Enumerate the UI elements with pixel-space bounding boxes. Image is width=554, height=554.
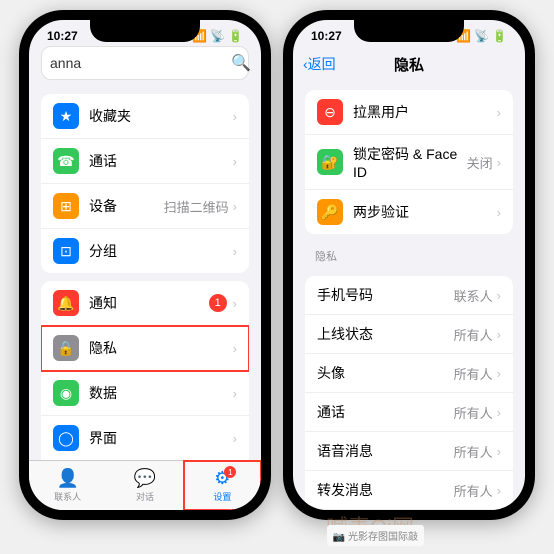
battery-icon: 🔋 [228, 29, 243, 43]
settings-row[interactable]: ◯ 界面› [41, 416, 249, 460]
chevron-right-icon: › [233, 386, 237, 401]
settings-row[interactable]: 通话所有人 › [305, 393, 513, 432]
chevron-right-icon: › [497, 155, 501, 170]
tab-label: 设置 [213, 490, 231, 503]
settings-row[interactable]: 手机号码联系人 › [305, 276, 513, 315]
settings-row[interactable]: ⊖ 拉黑用户› [305, 90, 513, 135]
row-label: 锁定密码 & Face ID [353, 144, 467, 180]
settings-row[interactable]: 语音消息所有人 › [305, 432, 513, 471]
row-label: 界面 [89, 428, 233, 448]
row-label: 转发消息 [317, 480, 454, 500]
row-value: 所有人 [454, 364, 493, 383]
settings-row[interactable]: 转发消息所有人 › [305, 471, 513, 510]
status-icons: 📶📡🔋 [192, 29, 243, 43]
row-value: 扫描二维码 [164, 197, 229, 216]
settings-row[interactable]: ⊞ 设备扫描二维码 › [41, 184, 249, 229]
section-label: 隐私 [293, 242, 525, 268]
battery-icon: 🔋 [492, 29, 507, 43]
status-time: 10:27 [47, 29, 78, 43]
row-icon: 🔐 [317, 149, 343, 175]
chevron-right-icon: › [497, 205, 501, 220]
row-icon: 🔔 [53, 290, 79, 316]
settings-row[interactable]: 上线状态所有人 › [305, 315, 513, 354]
chevron-right-icon: › [497, 483, 501, 498]
row-value: 关闭 [467, 153, 493, 172]
chevron-right-icon: › [233, 154, 237, 169]
row-label: 分组 [89, 241, 233, 261]
row-value: 所有人 [454, 442, 493, 461]
tab-icon: 👤 [56, 468, 78, 489]
chevron-right-icon: › [497, 366, 501, 381]
settings-row[interactable]: ☎ 通话› [41, 139, 249, 184]
chevron-right-icon: › [497, 444, 501, 459]
tab-对话[interactable]: 💬对话 [106, 461, 183, 510]
settings-row[interactable]: ★ 收藏夹› [41, 94, 249, 139]
row-value: 所有人 [454, 325, 493, 344]
tab-label: 对话 [136, 490, 154, 503]
search-input[interactable] [50, 55, 231, 71]
settings-row[interactable]: 🔔 通知1 › [41, 281, 249, 326]
row-label: 隐私 [89, 338, 233, 358]
tab-设置[interactable]: ⚙1设置 [184, 461, 261, 510]
chevron-right-icon: › [233, 109, 237, 124]
back-button[interactable]: ‹ 返回 [303, 54, 336, 74]
row-label: 设备 [89, 196, 164, 216]
row-icon: 🔒 [53, 335, 79, 361]
chevron-right-icon: › [497, 405, 501, 420]
row-value: 所有人 [454, 481, 493, 500]
wechat-credit: 📷 光影存图国际敲 [327, 525, 424, 546]
status-icons: 📶📡🔋 [456, 29, 507, 43]
row-label: 头像 [317, 363, 454, 383]
row-label: 两步验证 [353, 202, 497, 222]
row-icon: 🔑 [317, 199, 343, 225]
chevron-right-icon: › [497, 105, 501, 120]
settings-row[interactable]: ◉ 数据› [41, 371, 249, 416]
settings-row[interactable]: ⊡ 分组› [41, 229, 249, 273]
tab-联系人[interactable]: 👤联系人 [29, 461, 106, 510]
row-badge: 1 [209, 294, 227, 312]
chevron-right-icon: › [497, 288, 501, 303]
row-icon: ⊖ [317, 99, 343, 125]
row-label: 拉黑用户 [353, 102, 497, 122]
row-label: 语音消息 [317, 441, 454, 461]
chevron-right-icon: › [233, 296, 237, 311]
row-label: 收藏夹 [89, 106, 233, 126]
row-value: 所有人 [454, 403, 493, 422]
settings-row[interactable]: 🔒 隐私› [41, 326, 249, 371]
settings-row[interactable]: 🔑 两步验证› [305, 190, 513, 234]
chevron-right-icon: › [233, 244, 237, 259]
chevron-right-icon: › [497, 327, 501, 342]
wifi-icon: 📡 [210, 29, 225, 43]
settings-row[interactable]: 头像所有人 › [305, 354, 513, 393]
row-label: 手机号码 [317, 285, 454, 305]
settings-row[interactable]: 🔐 锁定密码 & Face ID关闭 › [305, 135, 513, 190]
row-icon: ◉ [53, 380, 79, 406]
search-bar[interactable]: 🔍 [41, 46, 249, 80]
tab-icon: ⚙1 [214, 468, 230, 489]
row-icon: ☎ [53, 148, 79, 174]
nav-header: ‹ 返回 隐私 [293, 46, 525, 82]
page-title: 隐私 [394, 54, 424, 75]
row-label: 通知 [89, 293, 209, 313]
row-label: 通话 [317, 402, 454, 422]
tab-badge: 1 [224, 466, 236, 478]
search-icon[interactable]: 🔍 [231, 53, 251, 73]
status-time: 10:27 [311, 29, 342, 43]
row-icon: ★ [53, 103, 79, 129]
row-label: 数据 [89, 383, 233, 403]
row-icon: ⊞ [53, 193, 79, 219]
chevron-right-icon: › [233, 341, 237, 356]
row-icon: ◯ [53, 425, 79, 451]
chevron-right-icon: › [233, 199, 237, 214]
wifi-icon: 📡 [474, 29, 489, 43]
tab-icon: 💬 [134, 468, 156, 489]
row-icon: ⊡ [53, 238, 79, 264]
chevron-right-icon: › [233, 431, 237, 446]
row-label: 上线状态 [317, 324, 454, 344]
row-label: 通话 [89, 151, 233, 171]
row-value: 联系人 [454, 286, 493, 305]
tab-label: 联系人 [54, 490, 81, 503]
